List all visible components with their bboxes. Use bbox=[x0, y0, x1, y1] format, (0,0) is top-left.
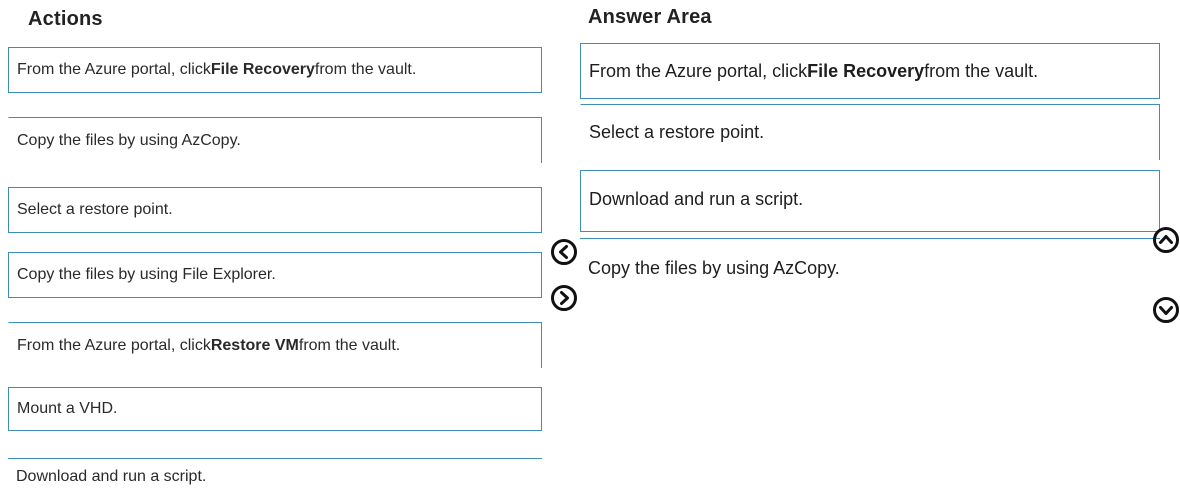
action-item-mount-vhd[interactable]: Mount a VHD. bbox=[8, 387, 542, 431]
answer-item-file-recovery[interactable]: From the Azure portal, click File Recove… bbox=[580, 43, 1160, 99]
action-text: Copy the files by using File Explorer. bbox=[17, 266, 276, 283]
answer-text-post: from the vault. bbox=[924, 60, 1039, 81]
move-left-button[interactable] bbox=[550, 238, 578, 266]
move-up-button[interactable] bbox=[1152, 226, 1180, 254]
chevron-up-circle-icon bbox=[1153, 227, 1179, 253]
answer-text-bold: File Recovery bbox=[807, 60, 925, 81]
action-text-pre: From the Azure portal, click bbox=[17, 61, 211, 78]
answer-text: Download and run a script. bbox=[589, 189, 804, 209]
answer-text: Copy the files by using AzCopy. bbox=[588, 258, 840, 278]
action-item-copy-azcopy[interactable]: Copy the files by using AzCopy. bbox=[8, 117, 542, 163]
action-text-bold: Restore VM bbox=[210, 336, 299, 354]
action-item-download-run-script[interactable]: Download and run a script. bbox=[8, 458, 542, 495]
action-text-bold: File Recovery bbox=[210, 61, 315, 78]
action-item-copy-file-explorer[interactable]: Copy the files by using File Explorer. bbox=[8, 252, 542, 298]
answer-text-pre: From the Azure portal, click bbox=[589, 60, 808, 81]
actions-heading: Actions bbox=[28, 8, 103, 30]
answer-item-download-run-script[interactable]: Download and run a script. bbox=[580, 170, 1160, 232]
answer-text: Select a restore point. bbox=[589, 122, 765, 142]
chevron-left-circle-icon bbox=[551, 239, 577, 265]
answer-item-copy-azcopy[interactable]: Copy the files by using AzCopy. bbox=[580, 238, 1160, 298]
action-text: Download and run a script. bbox=[16, 468, 207, 485]
action-text-post: from the vault. bbox=[314, 61, 417, 78]
action-text: Mount a VHD. bbox=[17, 400, 118, 417]
action-item-file-recovery[interactable]: From the Azure portal, click File Recove… bbox=[8, 47, 542, 93]
action-item-select-restore-point[interactable]: Select a restore point. bbox=[8, 187, 542, 233]
move-down-button[interactable] bbox=[1152, 296, 1180, 324]
action-text-post: from the vault. bbox=[298, 336, 401, 354]
chevron-right-circle-icon bbox=[551, 285, 577, 311]
move-right-button[interactable] bbox=[550, 284, 578, 312]
action-item-restore-vm[interactable]: From the Azure portal, click Restore VM … bbox=[8, 322, 542, 368]
action-text: Copy the files by using AzCopy. bbox=[17, 131, 241, 149]
action-text-pre: From the Azure portal, click bbox=[17, 336, 211, 354]
answer-item-select-restore-point[interactable]: Select a restore point. bbox=[580, 104, 1160, 160]
action-text: Select a restore point. bbox=[17, 201, 173, 218]
answer-area-heading: Answer Area bbox=[588, 6, 712, 28]
chevron-down-circle-icon bbox=[1153, 297, 1179, 323]
